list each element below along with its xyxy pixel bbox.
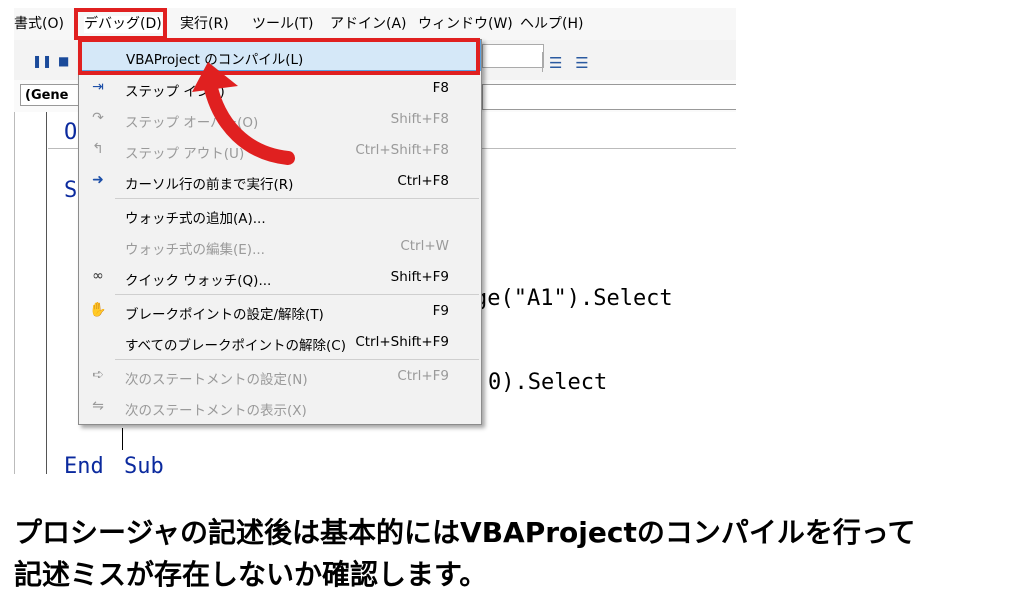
menu-item-quick-watch[interactable]: ∞ クイック ウォッチ(Q)... Shift+F9: [79, 262, 481, 293]
menu-item-label: 次のステートメントの表示(X): [125, 403, 307, 419]
menu-separator: [115, 294, 479, 295]
code-line-option: O: [64, 120, 78, 145]
menu-item-show-next-statement[interactable]: ⇋ 次のステートメントの表示(X): [79, 392, 481, 423]
glasses-icon: ∞: [92, 268, 104, 284]
menu-window[interactable]: ウィンドウ(W): [418, 16, 513, 33]
menu-item-set-next-statement[interactable]: ➪ 次のステートメントの設定(N) Ctrl+F9: [79, 361, 481, 392]
menu-separator: [115, 359, 479, 360]
menu-item-label: ステップ オーバー(O): [125, 115, 259, 131]
menu-item-shortcut: F8: [432, 80, 449, 96]
menu-item-toggle-breakpoint[interactable]: ✋ ブレークポイントの設定/解除(T) F9: [79, 296, 481, 327]
menu-item-label: ステップ イン(I): [125, 84, 225, 100]
menu-item-shortcut: Ctrl+F8: [397, 173, 449, 189]
menu-item-shortcut: F9: [432, 303, 449, 319]
menu-item-shortcut: Shift+F8: [390, 111, 449, 127]
toolbar-separator: [542, 52, 543, 72]
menu-item-label: カーソル行の前まで実行(R): [125, 177, 294, 193]
menu-item-shortcut: Ctrl+Shift+F9: [355, 334, 449, 350]
hand-icon: ✋: [89, 302, 107, 318]
code-line-cells: 0).Select: [488, 370, 608, 395]
menu-item-label: クイック ウォッチ(Q)...: [125, 273, 272, 289]
menu-item-label: すべてのブレークポイントの解除(C): [125, 338, 346, 354]
menu-separator: [115, 198, 479, 199]
caption-line-1: プロシージャの記述後は基本的にはVBAProjectのコンパイルを行って: [14, 516, 916, 549]
menu-item-add-watch[interactable]: ウォッチ式の追加(A)...: [79, 200, 481, 231]
menu-item-shortcut: Ctrl+Shift+F8: [355, 142, 449, 158]
code-line-sub: S: [64, 178, 78, 203]
menu-run[interactable]: 実行(R): [180, 16, 229, 33]
menu-item-label: ステップ アウト(U): [125, 146, 245, 162]
stop-icon[interactable]: ■: [58, 54, 69, 68]
object-dropdown[interactable]: (Gene: [20, 84, 80, 106]
run-to-cursor-icon: ➜: [92, 172, 104, 188]
code-line-range: ge("A1").Select: [474, 286, 673, 311]
debug-dropdown-menu: VBAProject のコンパイル(L) ⇥ ステップ イン(I) F8 ↷ ス…: [78, 39, 482, 425]
menu-addins[interactable]: アドイン(A): [330, 16, 407, 33]
step-out-icon: ↰: [92, 141, 104, 157]
pause-icon[interactable]: ❚❚: [32, 54, 52, 68]
toolbar-combo[interactable]: [482, 44, 544, 68]
menu-item-shortcut: Ctrl+F9: [397, 368, 449, 384]
menu-item-shortcut: Shift+F9: [390, 269, 449, 285]
procedure-dropdown[interactable]: [482, 84, 736, 110]
menu-item-shortcut: Ctrl+W: [400, 238, 449, 254]
show-next-icon: ⇋: [92, 398, 104, 414]
menu-tools[interactable]: ツール(T): [252, 16, 313, 33]
caption-text: プロシージャの記述後は基本的にはVBAProjectのコンパイルを行って 記述ミ…: [14, 512, 1024, 596]
menu-item-label: ブレークポイントの設定/解除(T): [125, 307, 324, 323]
menu-item-label: 次のステートメントの設定(N): [125, 372, 308, 388]
caption-line-2: 記述ミスが存在しないか確認します。: [14, 558, 488, 591]
code-line-end-sub: Sub: [124, 454, 164, 474]
menu-item-run-to-cursor[interactable]: ➜ カーソル行の前まで実行(R) Ctrl+F8: [79, 166, 481, 197]
menu-help[interactable]: ヘルプ(H): [520, 16, 583, 33]
menu-item-label: ウォッチ式の追加(A)...: [125, 211, 266, 227]
menu-item-step-out[interactable]: ↰ ステップ アウト(U) Ctrl+Shift+F8: [79, 135, 481, 166]
compile-item-highlight-box: [78, 38, 480, 75]
indent-icon[interactable]: ☰ ☰: [549, 54, 593, 72]
menu-item-clear-breakpoints[interactable]: すべてのブレークポイントの解除(C) Ctrl+Shift+F9: [79, 327, 481, 358]
debug-menu-highlight-box: [74, 8, 167, 40]
menu-format[interactable]: 書式(O): [14, 16, 64, 33]
arrow-right-icon: ➪: [92, 367, 104, 383]
menu-item-step-over[interactable]: ↷ ステップ オーバー(O) Shift+F8: [79, 104, 481, 135]
menu-item-step-into[interactable]: ⇥ ステップ イン(I) F8: [79, 73, 481, 104]
code-line-end: End: [64, 454, 104, 474]
vbe-screenshot: 書式(O) デバッグ(D) 実行(R) ツール(T) アドイン(A) ウィンドウ…: [14, 8, 736, 474]
editor-border: [14, 112, 15, 474]
menu-item-label: ウォッチ式の編集(E)...: [125, 242, 265, 258]
step-into-icon: ⇥: [92, 79, 104, 95]
step-over-icon: ↷: [92, 110, 104, 126]
menu-item-edit-watch[interactable]: ウォッチ式の編集(E)... Ctrl+W: [79, 231, 481, 262]
editor-margin-line: [46, 112, 47, 474]
text-cursor: [122, 428, 123, 450]
